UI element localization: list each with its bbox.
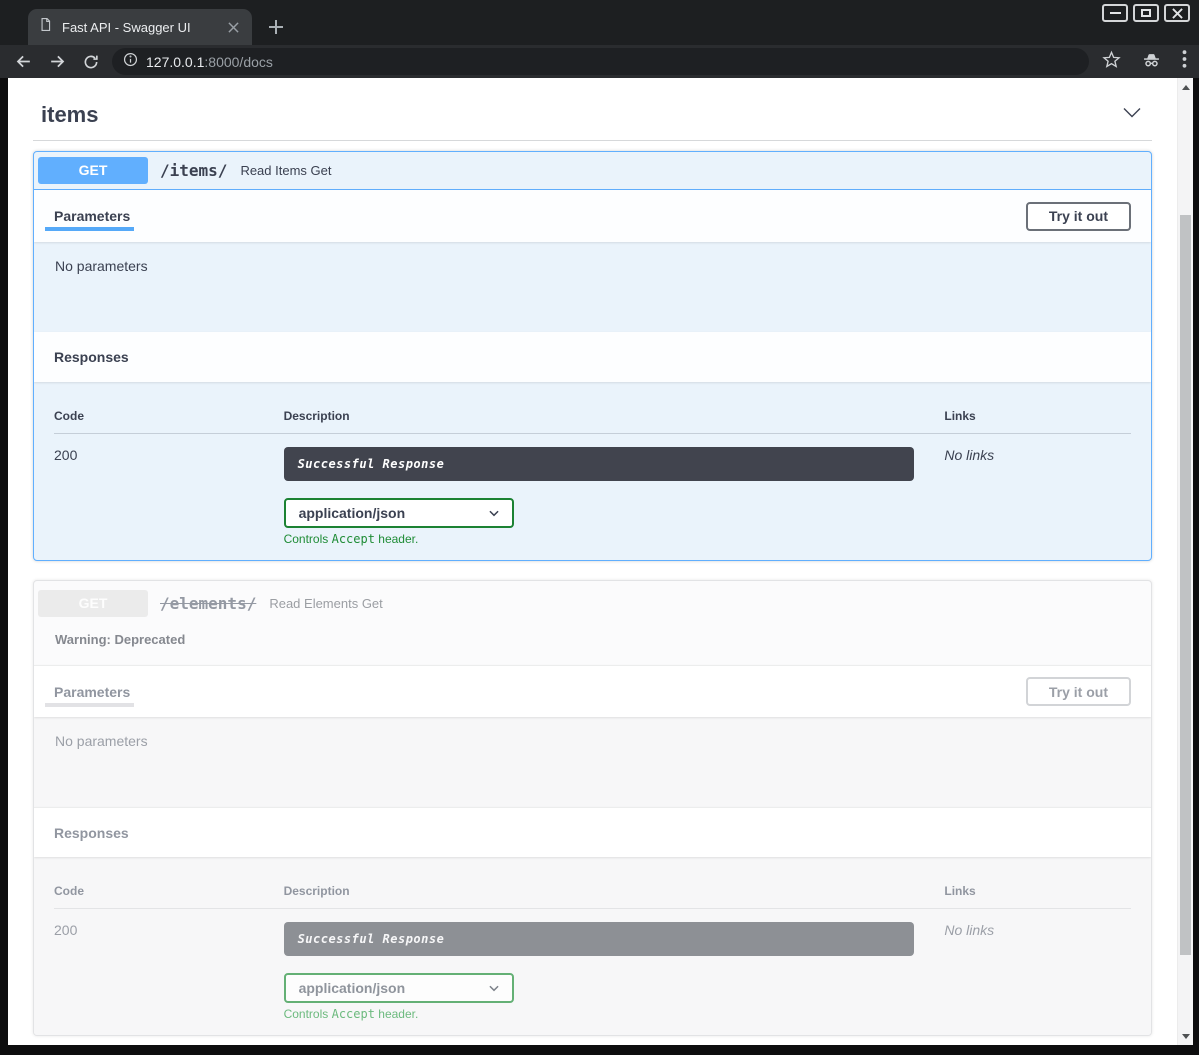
endpoint-path: /elements/ xyxy=(160,594,256,613)
responses-title: Responses xyxy=(54,334,129,380)
tag-section-header[interactable]: items xyxy=(33,90,1152,129)
try-it-out-button[interactable]: Try it out xyxy=(1026,202,1131,231)
url-path: :8000/docs xyxy=(204,54,273,70)
maximize-button[interactable] xyxy=(1133,4,1159,22)
url-text: 127.0.0.1:8000/docs xyxy=(146,54,273,70)
back-button[interactable] xyxy=(14,52,33,71)
response-description-box: Successful Response xyxy=(284,447,915,481)
browser-viewport: items GET /items/ Read Items Get Paramet… xyxy=(8,78,1193,1045)
responses-title: Responses xyxy=(54,810,129,856)
site-info-icon[interactable] xyxy=(123,52,138,72)
close-icon xyxy=(1172,8,1183,19)
method-badge-get: GET xyxy=(38,157,148,184)
response-row-200: 200 Successful Response application/json… xyxy=(54,434,1131,546)
responses-table: Code Description Links 200 Successful Re… xyxy=(34,857,1151,1035)
close-button[interactable] xyxy=(1164,4,1190,22)
responses-table-head: Code Description Links xyxy=(54,409,1131,434)
endpoint-summary: Read Elements Get xyxy=(269,596,382,611)
parameters-header: Parameters Try it out xyxy=(34,665,1151,717)
opblock-get-elements-deprecated: GET /elements/ Read Elements Get Warning… xyxy=(33,580,1152,1036)
bookmark-star-icon[interactable] xyxy=(1102,50,1121,74)
media-type-select[interactable]: application/json xyxy=(284,973,514,1003)
responses-header: Responses xyxy=(34,332,1151,382)
scrollbar-up-arrow[interactable] xyxy=(1178,80,1194,94)
minimize-icon xyxy=(1110,12,1121,14)
response-code: 200 xyxy=(54,447,284,546)
maximize-icon xyxy=(1141,9,1151,17)
tag-title: items xyxy=(41,102,1120,128)
swagger-page: items GET /items/ Read Items Get Paramet… xyxy=(8,78,1177,1045)
browser-tab[interactable]: Fast API - Swagger UI xyxy=(28,9,252,45)
links-column-header: Links xyxy=(944,884,1131,898)
browser-menu-icon[interactable] xyxy=(1182,50,1187,73)
tag-divider xyxy=(33,140,1152,141)
media-type-value: application/json xyxy=(299,505,406,521)
response-row-200: 200 Successful Response application/json… xyxy=(54,909,1131,1021)
incognito-icon xyxy=(1141,49,1162,75)
window-controls xyxy=(1102,4,1190,22)
tab-title: Fast API - Swagger UI xyxy=(62,20,224,35)
page-scrollbar[interactable] xyxy=(1177,78,1193,1045)
tab-close-icon[interactable] xyxy=(224,18,242,36)
description-column-header: Description xyxy=(284,884,945,898)
try-it-out-button[interactable]: Try it out xyxy=(1026,677,1131,706)
media-type-select[interactable]: application/json xyxy=(284,498,514,528)
reload-button[interactable] xyxy=(82,53,100,71)
url-bar[interactable]: 127.0.0.1:8000/docs xyxy=(112,48,1089,75)
no-parameters-text: No parameters xyxy=(34,242,1151,332)
accept-header-note: Controls Accept header. xyxy=(284,1007,915,1021)
browser-titlebar: Fast API - Swagger UI xyxy=(0,0,1199,45)
responses-header: Responses xyxy=(34,807,1151,857)
select-chevron-icon xyxy=(487,981,501,995)
minimize-button[interactable] xyxy=(1102,4,1128,22)
opblock-get-items: GET /items/ Read Items Get Parameters Tr… xyxy=(33,151,1152,561)
select-chevron-icon xyxy=(487,506,501,520)
no-parameters-text: No parameters xyxy=(34,717,1151,807)
tab-parameters[interactable]: Parameters xyxy=(54,193,130,239)
opblock-summary[interactable]: GET /elements/ Read Elements Get xyxy=(34,581,1151,623)
browser-toolbar: 127.0.0.1:8000/docs xyxy=(0,45,1199,78)
tab-parameters[interactable]: Parameters xyxy=(54,669,130,715)
scrollbar-down-arrow[interactable] xyxy=(1178,1029,1194,1043)
endpoint-summary: Read Items Get xyxy=(240,163,331,178)
method-badge-get: GET xyxy=(38,590,148,617)
responses-table-head: Code Description Links xyxy=(54,884,1131,909)
chevron-down-icon[interactable] xyxy=(1120,100,1144,129)
deprecated-warning: Warning: Deprecated xyxy=(34,623,1151,665)
parameters-header: Parameters Try it out xyxy=(34,190,1151,242)
responses-table: Code Description Links 200 Successful Re… xyxy=(34,382,1151,560)
media-type-value: application/json xyxy=(299,980,406,996)
url-host: 127.0.0.1 xyxy=(146,54,204,70)
no-links-text: No links xyxy=(944,447,1131,546)
description-column-header: Description xyxy=(284,409,945,423)
code-column-header: Code xyxy=(54,884,284,898)
new-tab-button[interactable] xyxy=(262,13,290,41)
opblock-summary[interactable]: GET /items/ Read Items Get xyxy=(34,152,1151,190)
links-column-header: Links xyxy=(944,409,1131,423)
code-column-header: Code xyxy=(54,409,284,423)
response-description-box: Successful Response xyxy=(284,922,915,956)
no-links-text: No links xyxy=(944,922,1131,1021)
accept-header-note: Controls Accept header. xyxy=(284,532,915,546)
response-code: 200 xyxy=(54,922,284,1021)
scrollbar-thumb[interactable] xyxy=(1180,215,1191,955)
forward-button[interactable] xyxy=(48,52,67,71)
page-icon xyxy=(38,17,53,37)
endpoint-path: /items/ xyxy=(160,161,227,180)
